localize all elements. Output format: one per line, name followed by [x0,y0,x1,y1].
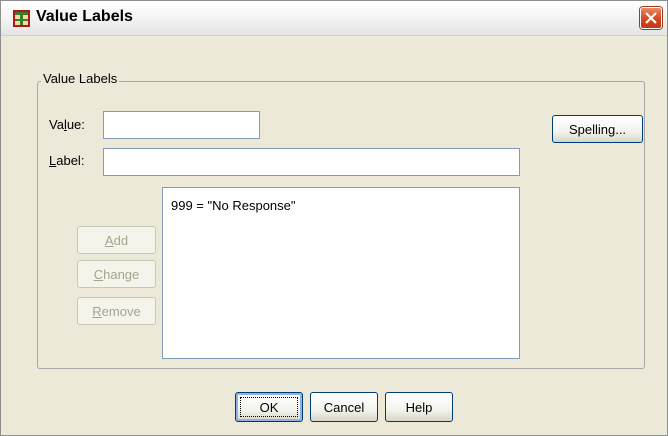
label-field-label: Label: [49,153,85,168]
ok-button[interactable]: OK [235,392,303,422]
focus-indicator [240,397,298,417]
cancel-button[interactable]: Cancel [310,392,378,422]
value-labels-list[interactable]: 999 = "No Response" [162,187,520,359]
remove-button[interactable]: Remove [77,297,156,325]
add-button[interactable]: Add [77,226,156,254]
list-item[interactable]: 999 = "No Response" [171,198,296,213]
app-icon [13,10,30,27]
change-button[interactable]: Change [77,260,156,288]
value-input[interactable] [103,111,260,139]
label-input[interactable] [103,148,520,176]
title-bar[interactable]: Value Labels [1,1,667,36]
spelling-button[interactable]: Spelling... [552,115,643,143]
group-label: Value Labels [41,71,120,86]
value-labels-dialog: Value Labels Value Labels Value: Label: … [0,0,668,436]
window-title: Value Labels [36,8,133,25]
help-button[interactable]: Help [385,392,453,422]
value-field-label: Value: [49,117,85,132]
close-button[interactable] [640,7,662,29]
close-icon [645,12,657,24]
